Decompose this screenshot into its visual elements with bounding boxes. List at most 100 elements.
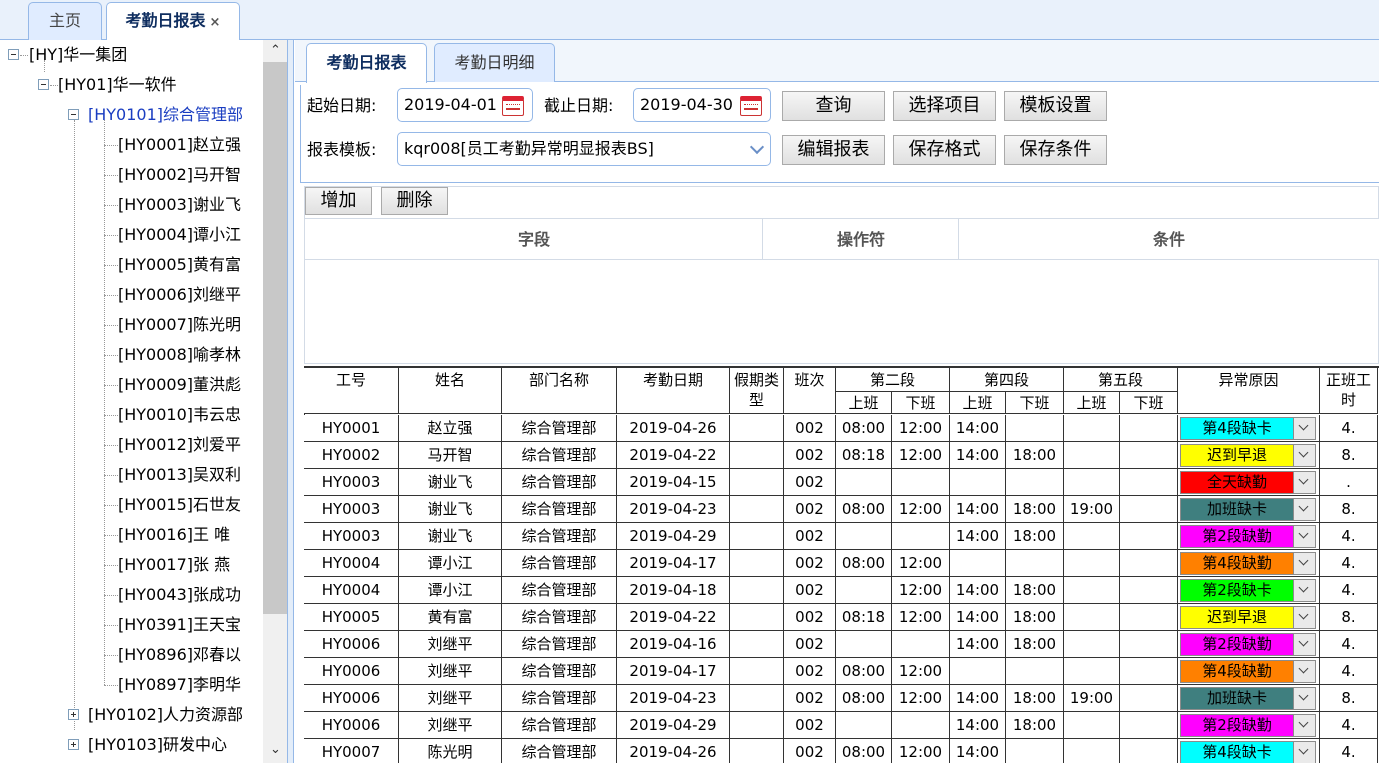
reason-select[interactable]: 加班缺卡 [1180,687,1294,710]
cell-s5off[interactable] [1120,550,1178,577]
table-row[interactable]: HY0006 刘继平 综合管理部 2019-04-16 002 14:00 18:00 第2段… [304,631,1378,658]
cell-date[interactable]: 2019-04-29 [617,523,730,550]
cell-shift[interactable]: 002 [784,712,836,739]
cell-hours[interactable]: 4. [1320,658,1378,685]
cell-id[interactable]: HY0003 [304,523,399,550]
reason-select[interactable]: 迟到早退 [1180,606,1294,629]
cell-shift[interactable]: 002 [784,739,836,763]
cell-id[interactable]: HY0001 [304,415,399,442]
field-column-header[interactable]: 字段 [305,218,763,260]
cell-date[interactable]: 2019-04-23 [617,685,730,712]
cell-s4on[interactable] [950,550,1006,577]
tree-toggle-icon[interactable] [68,709,79,720]
cell-leave[interactable] [730,712,784,739]
cell-s2off[interactable] [892,631,950,658]
tree-node-root[interactable]: [HY]华一集团 [29,40,127,70]
cell-s2off[interactable]: 12:00 [892,415,950,442]
cell-s5off[interactable] [1120,631,1178,658]
cell-name[interactable]: 谢业飞 [399,496,502,523]
reason-select[interactable]: 第2段缺勤 [1180,633,1294,656]
cell-s5on[interactable] [1064,442,1120,469]
col-header-date[interactable]: 考勤日期 [617,368,730,414]
cell-leave[interactable] [730,604,784,631]
cell-s5off[interactable] [1120,523,1178,550]
cell-shift[interactable]: 002 [784,631,836,658]
cell-s4off[interactable] [1006,658,1064,685]
cell-s4on[interactable]: 14:00 [950,604,1006,631]
tree-toggle-icon[interactable] [68,739,79,750]
cell-s2off[interactable]: 12:00 [892,604,950,631]
col-header-off[interactable]: 下班 [892,392,950,414]
cell-s5on[interactable] [1064,523,1120,550]
tree-node-dept[interactable]: [HY0103]研发中心 [88,730,227,760]
col-header-shift[interactable]: 班次 [784,368,836,414]
cell-hours[interactable]: 4. [1320,739,1378,763]
cell-date[interactable]: 2019-04-15 [617,469,730,496]
cell-leave[interactable] [730,685,784,712]
cell-s5on[interactable] [1064,469,1120,496]
cell-id[interactable]: HY0006 [304,658,399,685]
tree-node-employee[interactable]: [HY0006]刘继平 [118,280,241,310]
cell-s5on[interactable] [1064,415,1120,442]
cell-s4off[interactable]: 18:00 [1006,685,1064,712]
tree-scrollbar-thumb[interactable] [263,62,287,614]
cell-s4off[interactable]: 18:00 [1006,442,1064,469]
cell-leave[interactable] [730,739,784,763]
cell-s5on[interactable] [1064,631,1120,658]
cell-hours[interactable]: 8. [1320,442,1378,469]
cell-hours[interactable]: . [1320,469,1378,496]
cell-s4on[interactable]: 14:00 [950,415,1006,442]
cell-s2off[interactable]: 12:00 [892,496,950,523]
cell-s4on[interactable] [950,469,1006,496]
delete-condition-button[interactable]: 删除 [381,187,448,215]
cell-s5off[interactable] [1120,658,1178,685]
cell-dept[interactable]: 综合管理部 [502,469,617,496]
tree-node-dept[interactable]: [HY0102]人力资源部 [88,700,243,730]
col-header-leave-type[interactable]: 假期类型 [730,368,784,414]
cell-id[interactable]: HY0002 [304,442,399,469]
tree-toggle-icon[interactable] [38,79,49,90]
cell-s2on[interactable]: 08:00 [836,658,892,685]
cell-s2off[interactable] [892,469,950,496]
calendar-icon[interactable] [740,96,762,116]
query-button[interactable]: 查询 [782,91,885,121]
cell-s2off[interactable] [892,523,950,550]
cell-s4off[interactable]: 18:00 [1006,577,1064,604]
cell-date[interactable]: 2019-04-26 [617,415,730,442]
cell-s4on[interactable]: 14:00 [950,631,1006,658]
cell-s4off[interactable] [1006,739,1064,763]
tree-node-employee[interactable]: [HY0001]赵立强 [118,130,241,160]
cell-s2on[interactable] [836,469,892,496]
chevron-down-icon[interactable] [1294,471,1316,494]
cell-date[interactable]: 2019-04-17 [617,658,730,685]
tab-daily-report[interactable]: 考勤日报表 [306,43,427,83]
col-header-hours[interactable]: 正班工时 [1320,368,1378,414]
cell-dept[interactable]: 综合管理部 [502,496,617,523]
tree-node-employee[interactable]: [HY0896]邓春以 [118,640,241,670]
chevron-down-icon[interactable] [1294,498,1316,521]
cell-s2off[interactable]: 12:00 [892,442,950,469]
cell-s5off[interactable] [1120,604,1178,631]
tree-node-employee[interactable]: [HY0012]刘爱平 [118,430,241,460]
cell-dept[interactable]: 综合管理部 [502,442,617,469]
cell-leave[interactable] [730,523,784,550]
cell-s5off[interactable] [1120,739,1178,763]
table-row[interactable]: HY0004 谭小江 综合管理部 2019-04-18 002 12:00 14:00 18:… [304,577,1378,604]
col-header-on[interactable]: 上班 [836,392,892,414]
col-header-seg5[interactable]: 第五段 [1064,368,1178,392]
cell-leave[interactable] [730,631,784,658]
cell-s4on[interactable]: 14:00 [950,739,1006,763]
cell-hours[interactable]: 4. [1320,550,1378,577]
table-row[interactable]: HY0006 刘继平 综合管理部 2019-04-29 002 14:00 18:00 第2段… [304,712,1378,739]
chevron-down-icon[interactable] [749,139,765,155]
reason-select[interactable]: 第2段缺勤 [1180,714,1294,737]
tree-node-employee[interactable]: [HY0005]黄有富 [118,250,241,280]
tree-node-employee[interactable]: [HY0010]韦云忠 [118,400,241,430]
chevron-down-icon[interactable] [1294,660,1316,683]
chevron-down-icon[interactable] [1294,525,1316,548]
reason-select[interactable]: 第4段缺卡 [1180,417,1294,440]
col-header-emp-id[interactable]: 工号 [304,368,399,414]
cell-s5on[interactable] [1064,658,1120,685]
cell-id[interactable]: HY0005 [304,604,399,631]
cell-s4on[interactable]: 14:00 [950,523,1006,550]
